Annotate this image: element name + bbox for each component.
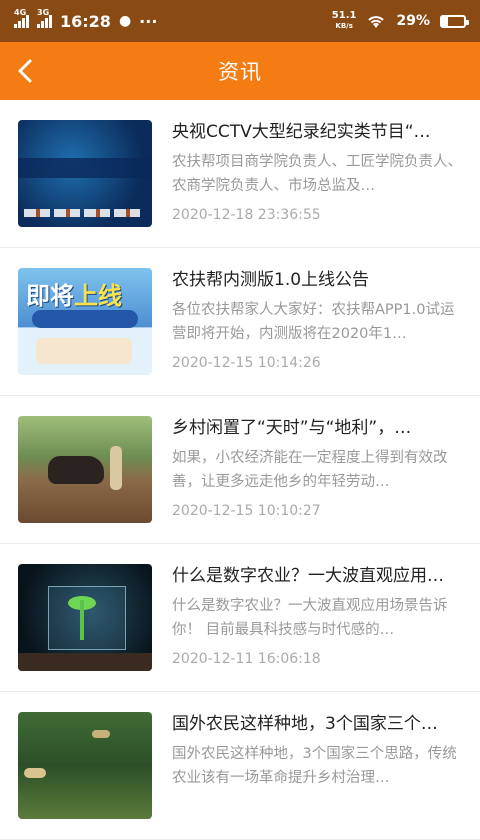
more-notifications: ··· [139,11,158,31]
wechat-icon: ● [118,13,132,29]
status-bar: 4G 3G 16:28 ● ··· 51.1 KB/s 29% [0,0,480,42]
news-item[interactable]: 即将上线 农扶帮内测版1.0上线公告 各位农扶帮家人大家好：农扶帮APP1.0试… [0,248,480,396]
network-type-label-2: 3G [37,8,50,17]
news-item[interactable]: 乡村闲置了“天时”与“地利”，… 如果，小农经济能在一定程度上得到有效改善，让更… [0,396,480,544]
news-date: 2020-12-18 23:36:55 [172,207,321,223]
news-summary: 国外农民这样种地，3个国家三个思路，传统农业该有一场革命提升乡村治理… [172,746,457,786]
news-thumbnail [18,120,152,227]
news-thumbnail [18,416,152,523]
signal-3g-icon: 3G [37,8,52,28]
battery-icon [440,14,469,28]
news-thumbnail: 即将上线 [18,268,152,375]
news-item[interactable]: 央视CCTV大型纪录纪实类节目“… 农扶帮项目商学院负责人、工匠学院负责人、农商… [0,100,480,248]
news-date: 2020-12-11 16:06:18 [172,651,321,667]
news-title: 国外农民这样种地，3个国家三个… [172,714,438,734]
wifi-icon [368,16,385,28]
news-date: 2020-12-15 10:10:27 [172,503,321,519]
clock: 16:28 [60,11,111,31]
battery-percent: 29% [396,13,430,29]
news-summary: 各位农扶帮家人大家好：农扶帮APP1.0试运营即将开始，内测版将在2020年1… [172,302,455,342]
network-speed: 51.1 KB/s [332,11,357,31]
app-header: 资讯 [0,42,480,100]
news-title: 乡村闲置了“天时”与“地利”，… [172,418,412,438]
news-summary: 农扶帮项目商学院负责人、工匠学院负责人、农商学院负责人、市场总监及… [172,154,462,194]
news-title: 什么是数字农业？一大波直观应用… [172,566,444,586]
news-title: 农扶帮内测版1.0上线公告 [172,270,370,290]
news-summary: 如果，小农经济能在一定程度上得到有效改善，让更多远走他乡的年轻劳动… [172,450,448,490]
news-title: 央视CCTV大型纪录纪实类节目“… [172,122,431,142]
chevron-left-icon[interactable] [10,54,44,88]
news-item[interactable]: 国外农民这样种地，3个国家三个… 国外农民这样种地，3个国家三个思路，传统农业该… [0,692,480,840]
news-thumbnail [18,564,152,671]
page-title: 资讯 [218,60,262,84]
thumbnail-text: 即将上线 [26,282,122,310]
news-date: 2020-12-15 10:14:26 [172,355,321,371]
network-speed-value: 51.1 [331,10,357,21]
news-item[interactable]: 什么是数字农业？一大波直观应用… 什么是数字农业？一大波直观应用场景告诉你！ 目… [0,544,480,692]
news-thumbnail [18,712,152,819]
network-speed-unit: KB/s [335,22,353,30]
news-summary: 什么是数字农业？一大波直观应用场景告诉你！ 目前最具科技感与时代感的… [172,598,448,638]
network-type-label: 4G [14,8,27,17]
news-list: 央视CCTV大型纪录纪实类节目“… 农扶帮项目商学院负责人、工匠学院负责人、农商… [0,100,480,840]
signal-4g-icon: 4G [14,8,29,28]
